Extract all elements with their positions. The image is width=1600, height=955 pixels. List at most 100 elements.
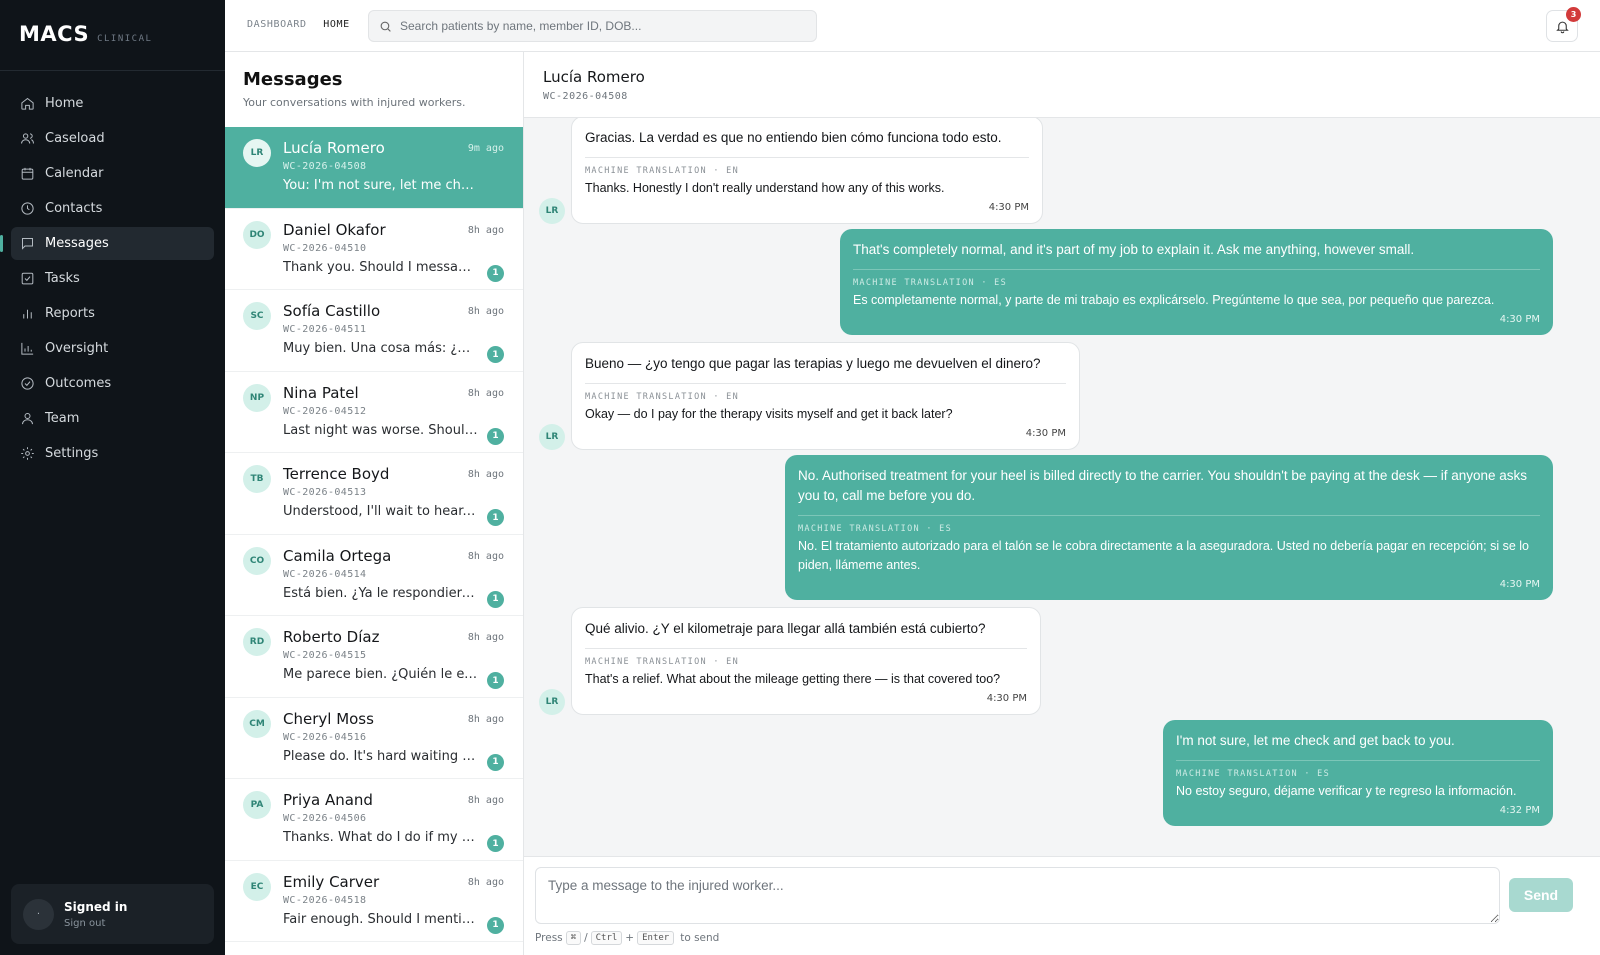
sign-out-link[interactable]: Sign out (64, 918, 127, 929)
avatar: PA (243, 791, 271, 819)
conversation-item[interactable]: CM Cheryl Moss 8h ago WC-2026-04516 Please d… (225, 698, 523, 779)
unread-badge: 1 (487, 835, 504, 852)
panel-title: Messages (243, 69, 343, 90)
sidebar-item-home[interactable]: Home (11, 87, 214, 120)
chart-icon (21, 342, 34, 355)
translation-label: MACHINE TRANSLATION · EN (585, 392, 740, 402)
composer: Send Press ⌘ / Ctrl + Enter to send (524, 856, 1600, 955)
sidebar-item-label: Settings (45, 446, 99, 461)
hint-key-enter: Enter (637, 931, 675, 945)
hint-key-ctrl: Ctrl (590, 931, 623, 945)
sidebar-item-settings[interactable]: Settings (11, 437, 214, 470)
sidebar-item-team[interactable]: Team (11, 402, 214, 435)
conversation-claim-id: WC-2026-04508 (283, 161, 367, 172)
bar-chart-icon (23, 309, 32, 319)
translation-text: Thanks. Honestly I don't really understa… (585, 181, 945, 195)
conversation-item[interactable]: EC Emily Carver 8h ago WC-2026-04518 Fair en… (225, 861, 523, 942)
message-text: Qué alivio. ¿Y el kilometraje para llega… (585, 621, 986, 636)
conversation-item[interactable]: LR Lucía Romero 9m ago WC-2026-04508 You: I'… (225, 127, 523, 209)
message-text: I'm not sure, let me check and get back … (1176, 733, 1455, 748)
conversation-preview: Fair enough. Should I mention it to my b… (283, 911, 478, 927)
conversation-item[interactable]: CO Camila Ortega 8h ago WC-2026-04514 Está b… (225, 535, 523, 616)
message-time: 4:30 PM (1499, 314, 1540, 325)
search-icon (380, 21, 391, 32)
conversation-item[interactable]: TB Terrence Boyd 8h ago WC-2026-04513 Unders… (225, 453, 523, 535)
message-time: 4:32 PM (1499, 805, 1540, 816)
outgoing-message: No. Authorised treatment for your heel i… (785, 455, 1553, 600)
sidebar-item-calendar[interactable]: Calendar (11, 157, 214, 190)
sidebar-item-caseload[interactable]: Caseload (11, 122, 214, 155)
sidebar-item-tasks[interactable]: Tasks (11, 262, 214, 295)
chat-panel: Lucía Romero WC-2026-04508 Gracias. La v… (524, 52, 1600, 955)
translation-text: That's a relief. What about the mileage … (585, 672, 1001, 686)
translation-label: MACHINE TRANSLATION · EN (585, 166, 740, 176)
notification-count-badge: 3 (1566, 7, 1581, 22)
breadcrumb-dashboard[interactable]: DASHBOARD (247, 19, 307, 30)
conversation-time: 8h ago (467, 387, 504, 399)
notifications-button[interactable]: 3 (1546, 7, 1581, 42)
hint-key-cmd: ⌘ (565, 931, 582, 945)
conversation-list-panel: Messages Your conversations with injured… (225, 52, 524, 955)
unread-badge: 1 (487, 590, 504, 608)
hint-end: to send (680, 932, 720, 944)
incoming-message: Qué alivio. ¿Y el kilometraje para llega… (571, 607, 1041, 715)
message-thread[interactable]: Gracias. La verdad es que no entiendo bi… (524, 118, 1600, 856)
clock-icon (21, 202, 34, 215)
send-hint: Press ⌘ / Ctrl + Enter to send (535, 931, 719, 945)
unread-badge: 1 (487, 753, 504, 771)
breadcrumb-current: HOME (323, 19, 350, 30)
breadcrumb: DASHBOARD HOME (247, 19, 350, 30)
conversation-time: 8h ago (467, 876, 504, 888)
conversation-list: LR Lucía Romero 9m ago WC-2026-04508 You: I'… (225, 127, 523, 942)
topbar: DASHBOARD HOME 3 (225, 0, 1600, 52)
chat-header: Lucía Romero WC-2026-04508 (524, 52, 1600, 118)
avatar: LR (539, 689, 565, 715)
signed-in-label: Signed in (64, 899, 128, 914)
message-text: Bueno — ¿yo tengo que pagar las terapias… (585, 356, 1041, 371)
conversation-item[interactable]: SC Sofía Castillo 8h ago WC-2026-04511 Muy b… (225, 290, 523, 372)
unread-badge: 1 (487, 346, 504, 363)
conversation-item[interactable]: PA Priya Anand 8h ago WC-2026-04506 Thanks. … (225, 779, 523, 861)
sidebar-item-outcomes[interactable]: Outcomes (11, 367, 214, 400)
sidebar-item-contacts[interactable]: Contacts (11, 192, 214, 225)
outgoing-message: I'm not sure, let me check and get back … (1163, 720, 1553, 826)
conversation-claim-id: WC-2026-04514 (283, 568, 367, 580)
sidebar-item-label: Team (45, 411, 80, 426)
conversation-claim-id: WC-2026-04513 (283, 487, 367, 498)
conversation-item[interactable]: RD Roberto Díaz 8h ago WC-2026-04515 Me pare… (225, 616, 523, 698)
sidebar-item-reports[interactable]: Reports (11, 297, 214, 330)
search-box (368, 10, 817, 42)
conversation-claim-id: WC-2026-04515 (283, 650, 367, 661)
avatar: SC (243, 302, 271, 330)
conversation-preview: Last night was worse. Should I call some… (283, 422, 478, 438)
message-text: That's completely normal, and it's part … (853, 242, 1415, 257)
send-button[interactable]: Send (1509, 878, 1573, 912)
users-icon (21, 133, 34, 144)
search-input[interactable] (400, 19, 800, 33)
avatar: CO (243, 546, 271, 575)
sidebar-item-messages[interactable]: Messages (0, 227, 214, 260)
avatar: LR (539, 424, 565, 450)
conversation-preview: Está bien. ¿Ya le respondieron del segur… (283, 585, 478, 601)
translation-label: MACHINE TRANSLATION · ES (798, 524, 953, 534)
unread-badge: 1 (487, 672, 504, 689)
conversation-item[interactable]: DO Daniel Okafor 8h ago WC-2026-04510 Thank … (225, 209, 523, 290)
translation-label: MACHINE TRANSLATION · EN (585, 657, 740, 667)
bell-icon (1555, 21, 1569, 33)
unread-badge: 1 (487, 916, 504, 934)
account-card[interactable]: · Signed in Sign out (11, 884, 214, 944)
sidebar-item-label: Contacts (45, 201, 103, 216)
unread-badge: 1 (487, 509, 504, 526)
message-input[interactable] (535, 867, 1500, 924)
sidebar-item-label: Reports (45, 306, 95, 321)
check-square-icon (21, 272, 34, 285)
conversation-claim-id: WC-2026-04512 (283, 405, 367, 417)
sidebar-item-oversight[interactable]: Oversight (11, 332, 214, 365)
message-text: Gracias. La verdad es que no entiendo bi… (585, 130, 1002, 145)
message-time: 4:30 PM (1499, 579, 1540, 590)
sidebar-item-label: Calendar (45, 166, 104, 181)
conversation-item[interactable]: NP Nina Patel 8h ago WC-2026-04512 Last nigh… (225, 372, 523, 453)
conversation-preview: Thanks. What do I do if my back gets wor… (283, 830, 478, 845)
gear-icon (21, 447, 34, 460)
conversation-claim-id: WC-2026-04510 (283, 242, 367, 254)
